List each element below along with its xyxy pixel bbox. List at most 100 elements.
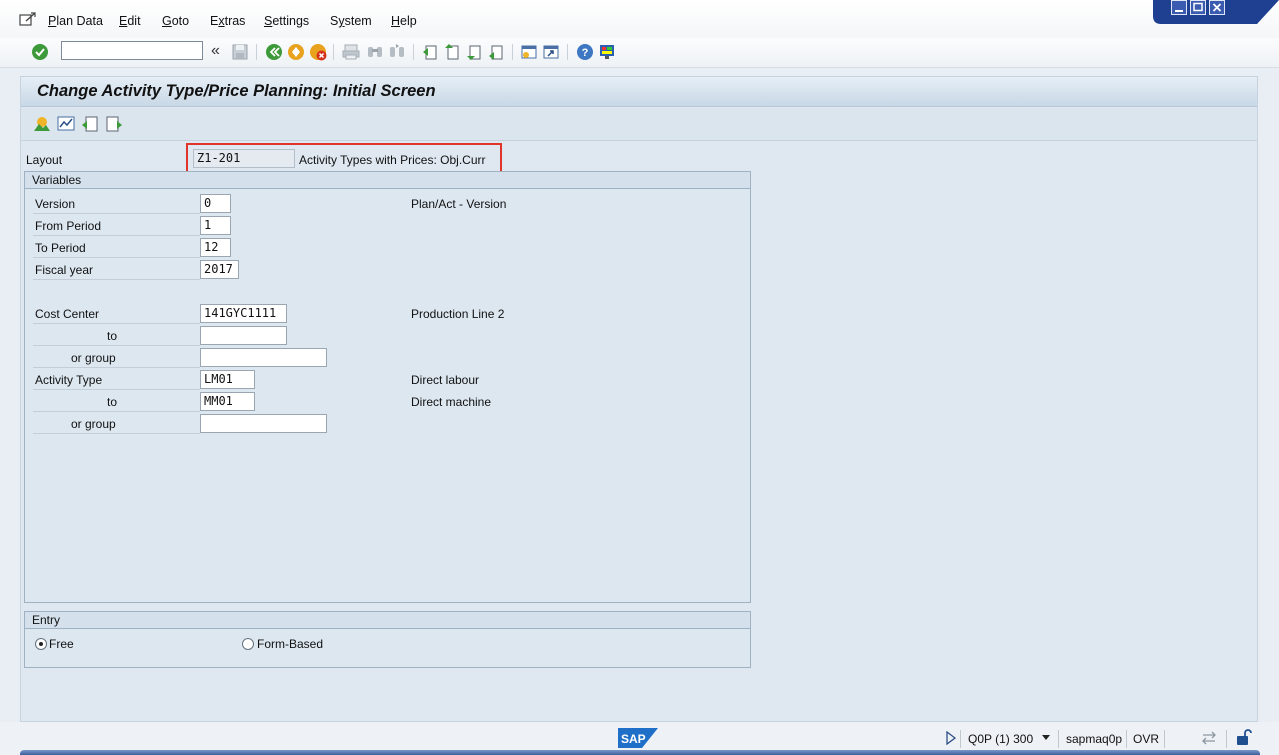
next-combination-icon[interactable] <box>105 115 123 133</box>
form-based-radio-label[interactable]: Form-Based <box>257 637 323 651</box>
menu-accelerator: x <box>218 14 225 28</box>
status-separator <box>1164 730 1165 748</box>
window-controls <box>1153 0 1279 24</box>
activity-type-group-label-underline <box>33 433 200 434</box>
menu-system[interactable]: System <box>330 14 372 28</box>
exit-icon[interactable] <box>287 43 305 61</box>
next-page-icon[interactable] <box>465 43 483 61</box>
cost-center-to-label-underline <box>33 345 200 346</box>
status-separator <box>1058 730 1059 748</box>
create-session-icon[interactable] <box>520 43 538 61</box>
menu-settings[interactable]: Settings <box>264 14 309 28</box>
back-icon[interactable] <box>265 43 283 61</box>
toolbar-separator <box>413 44 414 60</box>
bottom-window-edge <box>20 750 1260 755</box>
menu-accelerator: G <box>162 14 172 28</box>
play-triangle-icon[interactable] <box>946 731 956 745</box>
command-field[interactable] <box>61 41 203 60</box>
connection-icon <box>1202 731 1216 745</box>
find-next-icon[interactable] <box>388 43 406 61</box>
cost-center-to-field[interactable] <box>200 326 287 345</box>
screen-title: Change Activity Type/Price Planning: Ini… <box>37 82 436 100</box>
activity-type-field[interactable]: LM01 <box>200 370 255 389</box>
layout-label: Layout <box>26 153 63 167</box>
minimize-icon[interactable] <box>1171 0 1187 15</box>
activity-type-to-field[interactable]: MM01 <box>200 392 255 411</box>
variables-group-header: Variables <box>25 172 750 189</box>
lock-icon[interactable] <box>1236 729 1252 747</box>
toolbar-separator <box>256 44 257 60</box>
previous-page-icon[interactable] <box>443 43 461 61</box>
cancel-icon[interactable] <box>309 43 327 61</box>
menu-accelerator: y <box>338 14 345 28</box>
entry-group: Entry <box>24 611 751 668</box>
close-icon[interactable] <box>1209 0 1225 15</box>
status-separator <box>1126 730 1127 748</box>
activity-type-description: Direct labour <box>411 373 480 387</box>
menu-goto[interactable]: Goto <box>162 14 189 28</box>
cost-center-group-label: or group <box>71 351 116 365</box>
sap-logo: SAP <box>618 728 658 748</box>
system-dropdown-icon[interactable] <box>1042 735 1050 740</box>
server-name: sapmaq0p <box>1066 732 1123 746</box>
svg-text:?: ? <box>582 47 589 59</box>
menu-accelerator: S <box>264 14 273 28</box>
menu-extras[interactable]: Extras <box>210 14 245 28</box>
menu-accelerator: P <box>48 14 57 28</box>
activity-type-to-description: Direct machine <box>411 395 492 409</box>
to-period-label-underline <box>33 257 200 258</box>
menu-help[interactable]: Help <box>391 14 417 28</box>
free-radio[interactable] <box>35 638 47 650</box>
screen-title-bar: Change Activity Type/Price Planning: Ini… <box>21 77 1257 107</box>
help-icon[interactable]: ? <box>576 43 594 61</box>
overview-screen-icon[interactable] <box>33 115 51 133</box>
save-icon[interactable] <box>231 43 249 61</box>
cost-center-group-field[interactable] <box>200 348 327 367</box>
toolbar-separator <box>512 44 513 60</box>
cost-center-description: Production Line 2 <box>411 307 505 321</box>
maximize-icon[interactable] <box>1190 0 1206 15</box>
customize-layout-icon[interactable] <box>598 43 616 61</box>
activity-type-group-field[interactable] <box>200 414 327 433</box>
graphic-icon[interactable] <box>57 115 75 133</box>
toolbar-separator <box>333 44 334 60</box>
status-separator <box>1226 730 1227 748</box>
version-description: Plan/Act - Version <box>411 197 507 211</box>
cost-center-label: Cost Center <box>35 307 100 321</box>
menu-accelerator: E <box>119 14 128 28</box>
svg-text:SAP: SAP <box>621 732 646 746</box>
to-period-field[interactable]: 12 <box>200 238 231 257</box>
to-period-label: To Period <box>35 241 86 255</box>
cost-center-to-label: to <box>107 329 118 343</box>
shortcut-icon[interactable] <box>542 43 560 61</box>
insert-mode: OVR <box>1133 732 1160 746</box>
find-icon[interactable] <box>366 43 384 61</box>
last-page-icon[interactable] <box>487 43 505 61</box>
menu-icon[interactable] <box>19 12 37 28</box>
from-period-field[interactable]: 1 <box>200 216 231 235</box>
fiscal-year-field[interactable]: 2017 <box>200 260 239 279</box>
entry-group-title: Entry <box>32 613 61 627</box>
entry-group-header: Entry <box>25 612 750 629</box>
first-page-icon[interactable] <box>421 43 439 61</box>
system-info: Q0P (1) 300 <box>968 732 1034 746</box>
version-field[interactable]: 0 <box>200 194 231 213</box>
collapse-command-icon[interactable]: « <box>211 42 220 60</box>
activity-type-to-label: to <box>107 395 118 409</box>
toolbar-separator <box>567 44 568 60</box>
previous-combination-icon[interactable] <box>81 115 99 133</box>
cost-center-label-underline <box>33 323 200 324</box>
cost-center-field[interactable]: 141GYC1111 <box>200 304 287 323</box>
free-radio-label[interactable]: Free <box>49 637 74 651</box>
from-period-label-underline <box>33 235 200 236</box>
menu-plan-data[interactable]: Plan Data <box>48 14 103 28</box>
status-separator <box>960 730 961 748</box>
cost-center-group-label-underline <box>33 367 200 368</box>
variables-group-title: Variables <box>32 173 82 187</box>
menu-edit[interactable]: Edit <box>119 14 141 28</box>
fiscal-year-label: Fiscal year <box>35 263 94 277</box>
menu-bar: Plan Data Edit Goto Extras Settings Syst… <box>0 0 1279 38</box>
print-icon[interactable] <box>342 43 360 61</box>
enter-icon[interactable] <box>31 43 49 61</box>
form-based-radio[interactable] <box>242 638 254 650</box>
